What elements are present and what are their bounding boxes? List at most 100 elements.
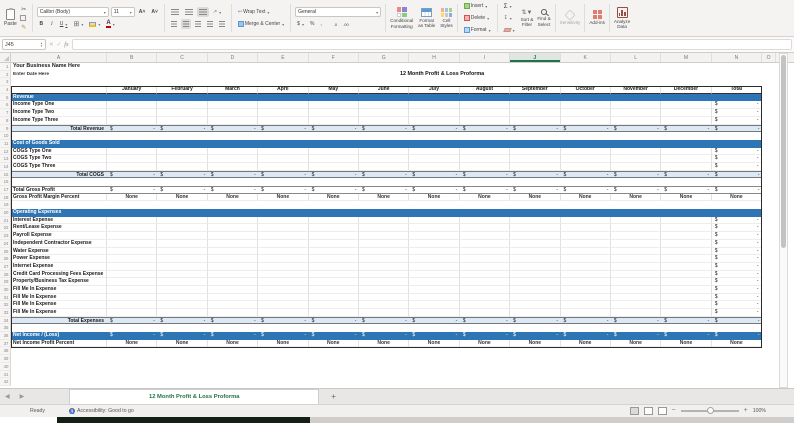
- cell[interactable]: [107, 239, 158, 248]
- cell[interactable]: $ -: [610, 332, 662, 340]
- cell[interactable]: [510, 247, 561, 256]
- cell[interactable]: [258, 255, 309, 263]
- cell[interactable]: Credit Card Processing Fees Expense: [11, 270, 107, 279]
- cell[interactable]: $ -: [157, 186, 208, 194]
- cell[interactable]: [308, 301, 359, 309]
- cell[interactable]: None: [358, 339, 410, 348]
- cell[interactable]: [510, 162, 561, 171]
- cell[interactable]: [107, 147, 158, 156]
- select-all-corner[interactable]: [0, 53, 11, 62]
- cell[interactable]: [157, 239, 208, 248]
- align-middle-button[interactable]: [183, 7, 195, 17]
- cell[interactable]: [308, 270, 359, 279]
- cell[interactable]: [308, 162, 359, 171]
- cell[interactable]: June: [358, 86, 410, 94]
- font-size-select[interactable]: 11 ▾: [110, 7, 135, 17]
- cell[interactable]: [560, 224, 611, 233]
- cell[interactable]: [610, 216, 662, 225]
- cell[interactable]: [358, 239, 410, 248]
- row-number-21[interactable]: 21: [0, 216, 11, 225]
- cell[interactable]: May: [308, 86, 359, 94]
- cell[interactable]: $ -: [207, 124, 259, 133]
- column-header-A[interactable]: A: [11, 53, 107, 62]
- cell[interactable]: [560, 155, 611, 163]
- cell[interactable]: [308, 309, 359, 317]
- cell[interactable]: Fill Me In Expense: [11, 309, 107, 317]
- paste-button[interactable]: Paste: [4, 5, 17, 31]
- format-painter-icon[interactable]: ✎: [20, 23, 28, 31]
- cell[interactable]: $ -: [207, 186, 259, 194]
- cell[interactable]: [207, 116, 259, 125]
- cell[interactable]: Total COGS: [11, 170, 107, 179]
- cell[interactable]: [661, 232, 712, 240]
- cell[interactable]: [258, 278, 309, 286]
- row-number-34[interactable]: 34: [0, 316, 11, 325]
- increase-font-button[interactable]: A˄: [137, 7, 148, 17]
- cell[interactable]: [11, 201, 762, 209]
- cell[interactable]: $ -: [711, 285, 763, 294]
- cell[interactable]: $ -: [358, 186, 410, 194]
- cell[interactable]: [308, 255, 359, 263]
- cell[interactable]: [510, 285, 561, 294]
- cell[interactable]: [157, 285, 208, 294]
- clear-button[interactable]: ▾: [502, 25, 517, 35]
- align-center-button[interactable]: [180, 19, 191, 29]
- cell[interactable]: [207, 232, 259, 240]
- cell[interactable]: None: [409, 339, 460, 348]
- row-number-18[interactable]: 18: [0, 193, 11, 202]
- cell[interactable]: [157, 162, 208, 171]
- cell[interactable]: [459, 162, 511, 171]
- cell[interactable]: [11, 86, 107, 94]
- cell[interactable]: [409, 216, 460, 225]
- cell[interactable]: December: [661, 86, 712, 94]
- cell[interactable]: [107, 247, 158, 256]
- cell[interactable]: Total Gross Profit: [11, 186, 107, 194]
- cell[interactable]: [409, 109, 460, 117]
- cell[interactable]: [510, 109, 561, 117]
- cell[interactable]: [560, 101, 611, 110]
- cell[interactable]: $ -: [560, 124, 611, 133]
- cell[interactable]: [207, 247, 259, 256]
- cell[interactable]: [510, 101, 561, 110]
- cell[interactable]: None: [258, 193, 309, 202]
- cell[interactable]: [358, 255, 410, 263]
- cell[interactable]: [157, 232, 208, 240]
- cell[interactable]: $ -: [610, 186, 662, 194]
- cell[interactable]: [258, 147, 309, 156]
- cell[interactable]: [308, 147, 359, 156]
- cell[interactable]: [610, 293, 662, 302]
- cell[interactable]: $ -: [510, 124, 561, 133]
- cell[interactable]: $ -: [409, 186, 460, 194]
- cell[interactable]: [409, 301, 460, 309]
- row-number-25[interactable]: 25: [0, 247, 11, 256]
- cell[interactable]: [308, 101, 359, 110]
- cell[interactable]: [610, 239, 662, 248]
- cell[interactable]: $ -: [711, 101, 763, 110]
- cell[interactable]: Property/Business Tax Expense: [11, 278, 107, 286]
- align-top-button[interactable]: [169, 7, 181, 17]
- cell[interactable]: [258, 239, 309, 248]
- cell[interactable]: $ -: [610, 170, 662, 179]
- decrease-font-button[interactable]: A˅: [149, 7, 160, 17]
- percent-style-button[interactable]: %: [308, 19, 316, 29]
- column-header-B[interactable]: B: [107, 53, 158, 62]
- cell[interactable]: [409, 116, 460, 125]
- cell[interactable]: [510, 232, 561, 240]
- column-header-G[interactable]: G: [359, 53, 410, 62]
- cell[interactable]: [510, 301, 561, 309]
- cell[interactable]: Net Income / (Loss): [11, 332, 107, 340]
- cell[interactable]: [661, 147, 712, 156]
- row-number-22[interactable]: 22: [0, 224, 11, 233]
- bold-button[interactable]: B: [37, 19, 46, 29]
- cell[interactable]: Power Expense: [11, 255, 107, 263]
- cell[interactable]: [560, 162, 611, 171]
- sort-filter-button[interactable]: ⇅▼ Sort & Filter: [521, 1, 534, 35]
- cell[interactable]: [11, 378, 762, 386]
- cell[interactable]: Total Revenue: [11, 124, 107, 133]
- confirm-entry-icon[interactable]: ✓: [57, 42, 62, 48]
- cell[interactable]: [661, 155, 712, 163]
- insert-cells-button[interactable]: Insert ▾: [462, 1, 493, 11]
- cell[interactable]: [107, 255, 158, 263]
- cell[interactable]: [661, 239, 712, 248]
- cell[interactable]: [157, 101, 208, 110]
